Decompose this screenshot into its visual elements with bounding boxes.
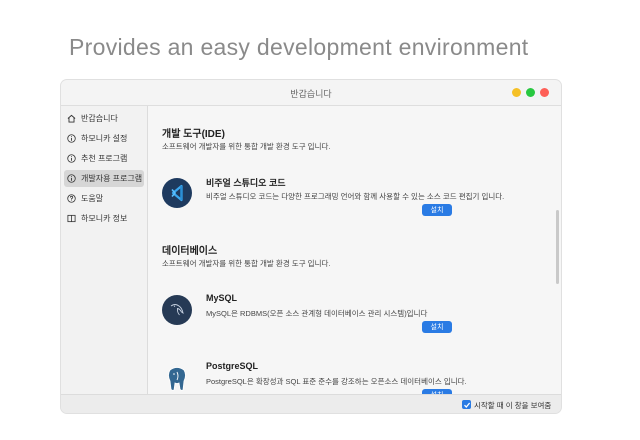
section-description: 소프트웨어 개발자를 위한 통합 개발 환경 도구 입니다.	[162, 259, 331, 268]
close-button[interactable]	[540, 88, 549, 97]
scrollbar-thumb[interactable]	[556, 210, 559, 284]
section-description: 소프트웨어 개발자를 위한 통합 개발 환경 도구 입니다.	[162, 142, 331, 151]
install-button[interactable]: 설치	[422, 204, 452, 216]
section-title: 데이터베이스	[162, 246, 218, 257]
vscode-icon	[162, 178, 192, 208]
sidebar-item-label: 반갑습니다	[81, 114, 118, 123]
show-on-startup-checkbox[interactable]	[462, 400, 471, 409]
home-icon	[67, 114, 76, 123]
info-icon	[67, 134, 76, 143]
window-controls	[512, 88, 549, 97]
app-description: PostgreSQL은 확장성과 SQL 표준 준수를 강조하는 오픈소스 데이…	[206, 377, 467, 386]
sidebar-item-help[interactable]: 도움말	[64, 190, 144, 207]
help-icon	[67, 194, 76, 203]
postgresql-elephant-icon	[162, 363, 192, 393]
app-name: PostgreSQL	[206, 361, 259, 371]
info-icon	[67, 154, 76, 163]
app-name: MySQL	[206, 293, 238, 303]
sidebar-item-label: 추천 프로그램	[81, 154, 128, 163]
checkmark-icon	[463, 402, 470, 408]
sidebar-item-about[interactable]: 하모니카 정보	[64, 210, 144, 227]
info-icon	[67, 174, 76, 183]
minimize-button[interactable]	[512, 88, 521, 97]
app-description: 비주얼 스튜디오 코드는 다양한 프로그래밍 언어와 함께 사용할 수 있는 소…	[206, 192, 505, 201]
sidebar-item-label: 개발자용 프로그램	[81, 174, 143, 183]
app-description: MySQL은 RDBMS(오픈 소스 관계형 데이터베이스 관리 시스템)입니다	[206, 309, 428, 318]
mysql-dolphin-icon	[162, 295, 192, 325]
app-window: 반갑습니다 반갑습니다 하모니카 설정 추천 프로그램 개발자용 프로그램 도움…	[61, 80, 561, 413]
install-button[interactable]: 설치	[422, 321, 452, 333]
headline: Provides an easy development environment	[69, 34, 529, 60]
title-bar[interactable]: 반갑습니다	[61, 80, 561, 106]
show-on-startup-label: 시작할 때 이 창을 보여줌	[474, 401, 552, 410]
sidebar-item-label: 하모니카 정보	[81, 214, 128, 223]
maximize-button[interactable]	[526, 88, 535, 97]
window-title: 반갑습니다	[290, 89, 332, 99]
sidebar: 반갑습니다 하모니카 설정 추천 프로그램 개발자용 프로그램 도움말 하모니카…	[61, 106, 148, 394]
sidebar-item-recommended[interactable]: 추천 프로그램	[64, 150, 144, 167]
sidebar-item-settings[interactable]: 하모니카 설정	[64, 130, 144, 147]
sidebar-item-label: 도움말	[81, 194, 104, 203]
sidebar-item-welcome[interactable]: 반갑습니다	[64, 110, 144, 127]
footer: 시작할 때 이 창을 보여줌	[61, 394, 561, 413]
app-name: 비주얼 스튜디오 코드	[206, 178, 286, 188]
section-title: 개발 도구(IDE)	[162, 129, 225, 140]
main-content[interactable]: 개발 도구(IDE) 소프트웨어 개발자를 위한 통합 개발 환경 도구 입니다…	[148, 106, 561, 394]
sidebar-item-label: 하모니카 설정	[81, 134, 128, 143]
book-icon	[67, 214, 76, 223]
sidebar-item-developer[interactable]: 개발자용 프로그램	[64, 170, 144, 187]
